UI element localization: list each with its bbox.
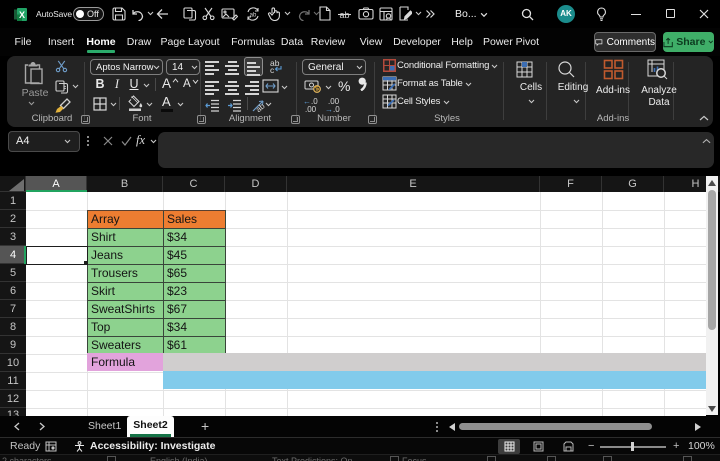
svg-text:X: X xyxy=(19,10,25,20)
svg-text:→.0: →.0 xyxy=(325,105,340,112)
svg-text:.00: .00 xyxy=(305,105,317,112)
svg-text:ab: ab xyxy=(250,13,257,19)
